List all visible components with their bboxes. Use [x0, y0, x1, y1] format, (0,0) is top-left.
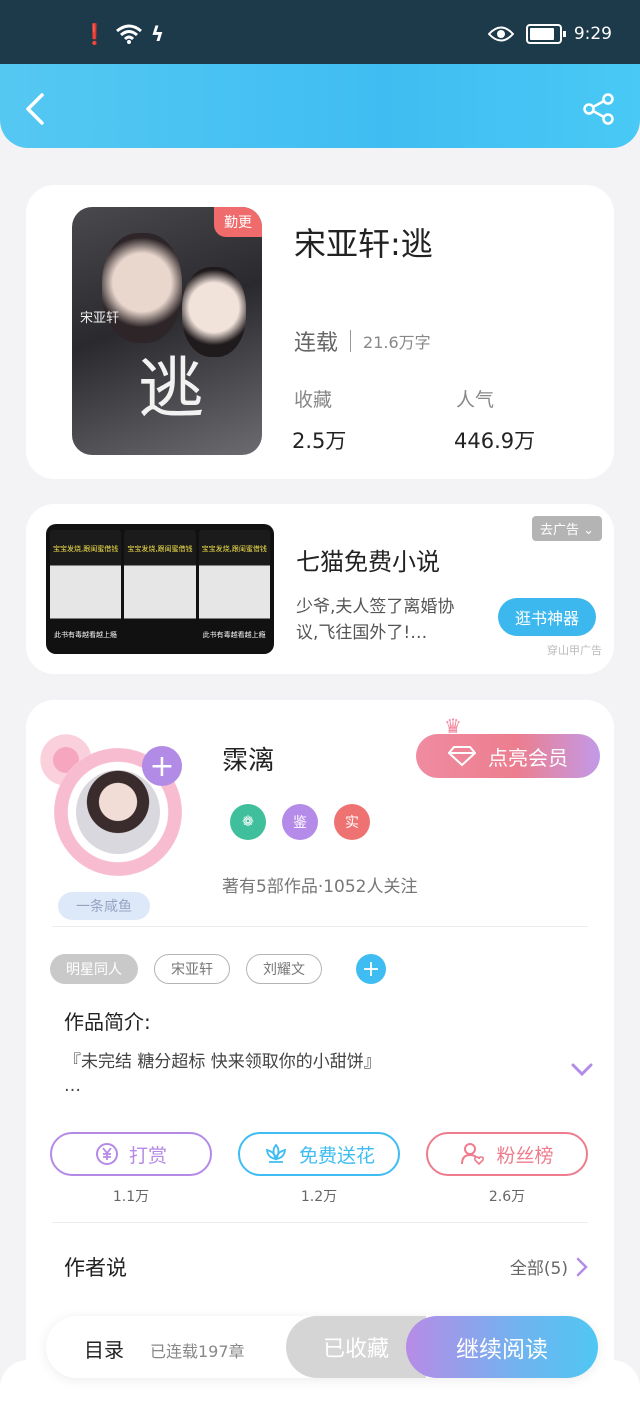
notification-icon: ❗: [82, 22, 107, 46]
add-tag-button[interactable]: +: [356, 954, 386, 984]
author-stats: 著有5部作品·1052人关注: [222, 877, 418, 897]
handshake-badge-icon[interactable]: ❁: [230, 804, 266, 840]
author-says-all-link[interactable]: 全部(5): [510, 1254, 588, 1279]
tag-chip[interactable]: 刘耀文: [246, 954, 322, 984]
battery-icon: [525, 24, 566, 44]
popularity-label: 人气: [456, 389, 495, 411]
ad-source: 穿山甲广告: [547, 644, 602, 657]
lotus-icon: [265, 1143, 287, 1163]
tag-chip[interactable]: 明星同人: [50, 954, 138, 984]
status-icons-right: 9:29: [487, 24, 612, 44]
bottom-action-bar: 目录 已连载197章 已收藏 继续阅读: [46, 1316, 598, 1378]
expand-chevron-icon[interactable]: [570, 1062, 594, 1078]
book-cover[interactable]: 宋亚轩 逃 勤更: [72, 207, 262, 455]
collected-button[interactable]: 已收藏: [286, 1316, 426, 1378]
author-badges: ❁ 鉴 实: [230, 804, 370, 840]
eye-icon: [487, 26, 514, 42]
status-icons-left: ❗ ϟ: [82, 22, 164, 46]
ad-panel: 宝宝发烧,跟闺蜜借钱 此书有毒越看越上瘾: [50, 530, 122, 648]
yen-coin-icon: [95, 1143, 118, 1165]
chevron-down-icon: ⌄: [583, 523, 594, 538]
ad-description: 少爷,夫人签了离婚协议,飞往国外了!…: [296, 597, 455, 643]
author-name[interactable]: 霂漓: [222, 740, 274, 777]
vip-button[interactable]: 点亮会员: [416, 734, 600, 778]
chapter-count: 已连载197章: [150, 1342, 245, 1361]
fan-ranking-button[interactable]: 粉丝榜: [426, 1132, 588, 1176]
fan-level-badge: 一条咸鱼: [58, 892, 150, 920]
book-meta: 连载 21.6万字: [294, 325, 431, 357]
share-icon[interactable]: [582, 92, 616, 126]
popularity-value: 446.9万: [454, 429, 536, 453]
tag-list: 明星同人 宋亚轩 刘耀文 +: [50, 954, 386, 984]
continue-reading-button[interactable]: 继续阅读: [406, 1316, 598, 1378]
ad-image[interactable]: 宝宝发烧,跟闺蜜借钱 此书有毒越看越上瘾 宝宝发烧,跟闺蜜借钱 宝宝发烧,跟闺蜜借…: [46, 524, 274, 654]
tag-chip[interactable]: 宋亚轩: [154, 954, 230, 984]
back-icon[interactable]: [22, 92, 52, 126]
chevron-right-icon: [576, 1257, 588, 1276]
book-title: 宋亚轩:逃: [294, 225, 433, 263]
avatar[interactable]: [76, 770, 160, 854]
remove-ad-button[interactable]: 去广告 ⌄: [531, 516, 602, 541]
verify-badge[interactable]: 鉴: [282, 804, 318, 840]
reward-count: 1.1万: [112, 1189, 150, 1205]
ad-cta-button[interactable]: 逛书神器: [498, 598, 596, 636]
cover-title-glyph: 逃: [138, 350, 204, 427]
cover-author-text: 宋亚轩: [80, 311, 120, 326]
update-badge: 勤更: [214, 207, 262, 237]
send-flower-button[interactable]: 免费送花: [238, 1132, 400, 1176]
divider: [52, 926, 588, 927]
serial-status: 连载: [294, 331, 339, 356]
word-count: 21.6万字: [363, 333, 431, 352]
status-bar: ❗ ϟ 9:29: [0, 0, 640, 64]
author-card: + 一条咸鱼 霂漓 ♛ 点亮会员 ❁ 鉴 实 著有5部作品·1052人关注 明星…: [26, 700, 614, 1400]
ad-title: 七猫免费小说: [296, 548, 440, 576]
author-says-label: 作者说: [64, 1256, 127, 1280]
user-heart-icon: [461, 1143, 485, 1166]
ad-panel: 宝宝发烧,跟闺蜜借钱 此书有毒越看越上瘾: [198, 530, 270, 648]
toc-button[interactable]: 目录: [84, 1334, 124, 1363]
ad-panel: 宝宝发烧,跟闺蜜借钱: [124, 530, 196, 648]
diamond-icon: [448, 746, 476, 767]
clock: 9:29: [573, 24, 612, 44]
intro-label: 作品简介:: [64, 1010, 151, 1034]
book-info-card: 宋亚轩 逃 勤更 宋亚轩:逃 连载 21.6万字 收藏 2.5万 人气 446.…: [26, 185, 614, 479]
cover-figure-1: [102, 233, 182, 343]
follow-plus-button[interactable]: +: [142, 746, 182, 786]
flower-count: 1.2万: [300, 1189, 338, 1205]
realname-badge[interactable]: 实: [334, 804, 370, 840]
meta-divider: [350, 330, 352, 352]
intro-text: 『未完结 糖分超标 快来领取你的小甜饼』 …: [64, 1052, 381, 1096]
wifi-icon: [115, 24, 142, 44]
favorites-label: 收藏: [294, 389, 333, 411]
top-nav-bar: [0, 64, 640, 148]
reward-button[interactable]: 打赏: [50, 1132, 212, 1176]
fan-count: 2.6万: [488, 1189, 526, 1205]
divider: [52, 1222, 588, 1223]
charging-icon: ϟ: [150, 22, 165, 46]
favorites-value: 2.5万: [292, 429, 347, 453]
ad-card[interactable]: 宝宝发烧,跟闺蜜借钱 此书有毒越看越上瘾 宝宝发烧,跟闺蜜借钱 宝宝发烧,跟闺蜜借…: [26, 504, 614, 674]
